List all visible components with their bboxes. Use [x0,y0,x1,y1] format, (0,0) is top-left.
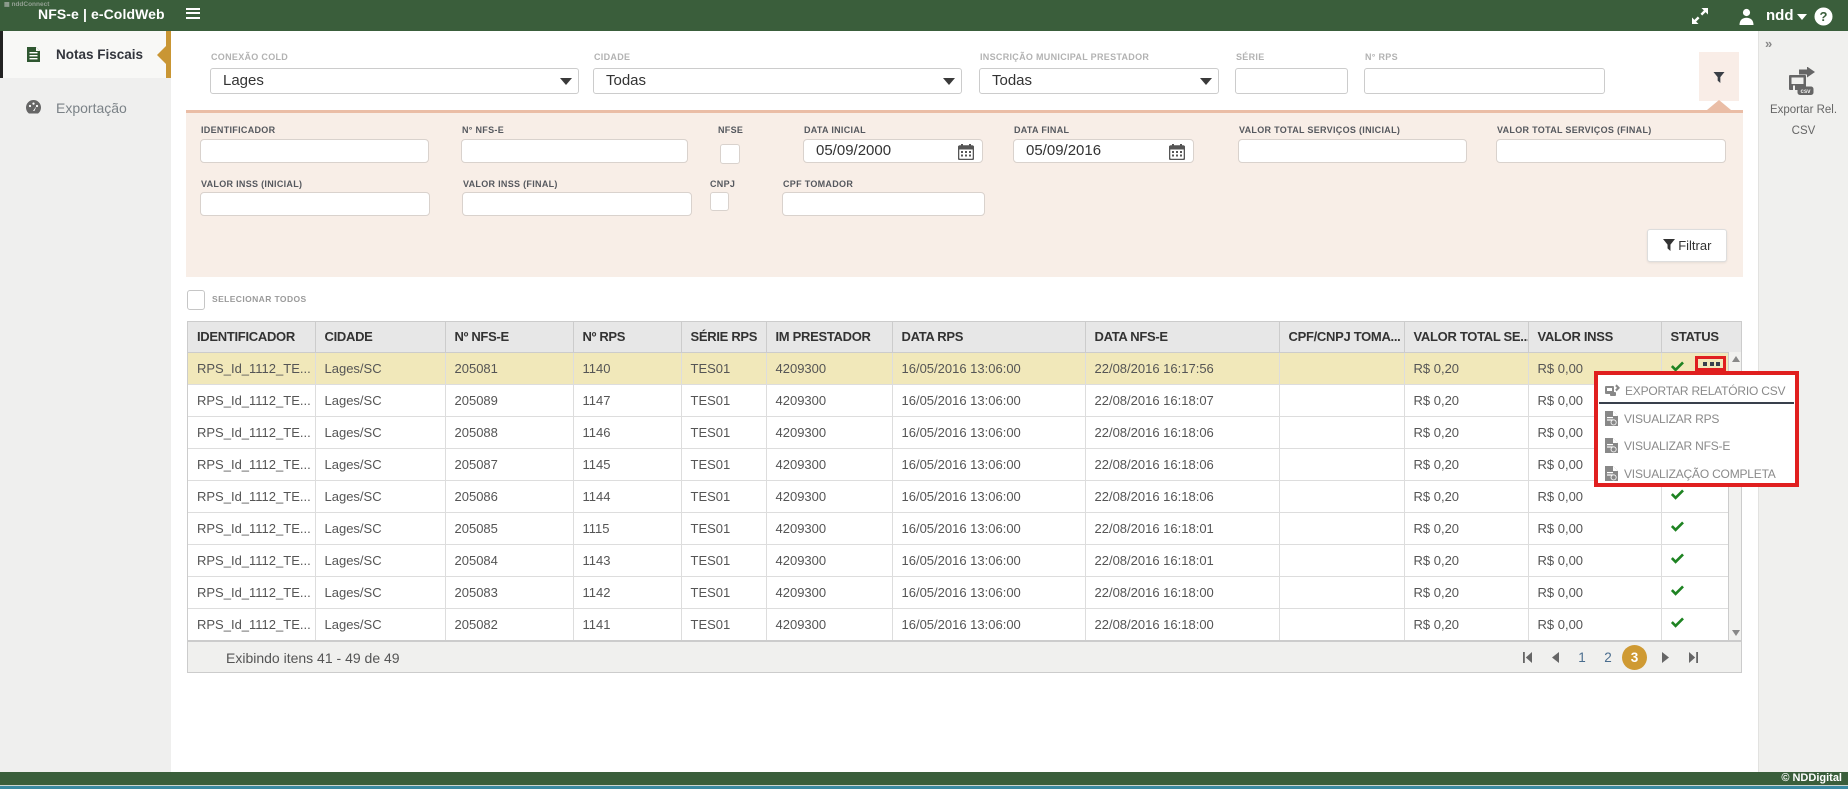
svg-text:?: ? [1820,9,1828,24]
svg-text:csv: csv [1800,89,1811,95]
